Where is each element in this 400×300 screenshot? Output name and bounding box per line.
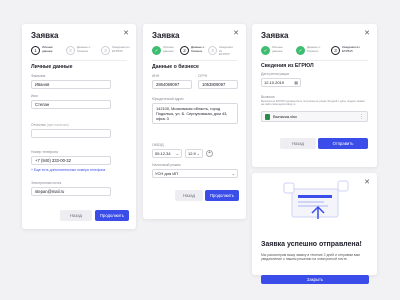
inn-field[interactable]: 2864069097 [152, 80, 192, 89]
extract-hint: Выписка из ЕГРЮЛ должна быть получена не… [261, 100, 365, 107]
close-icon[interactable]: ✕ [364, 30, 370, 37]
phone-label: Номер телефона [31, 150, 58, 154]
lastname-field[interactable]: Иванов [31, 80, 111, 89]
step-label: Сведения из ЕГРЮЛ [342, 45, 360, 53]
address-textarea[interactable]: 142100, Московская область, город Подоль… [152, 103, 238, 124]
back-button[interactable]: Назад [280, 138, 316, 149]
close-icon[interactable]: ✕ [123, 30, 129, 37]
success-illustration [283, 180, 349, 219]
inn-label: ИНН [152, 74, 160, 78]
okved-sub-value: 12.9 [188, 151, 196, 156]
okved-label: ОКВЭД [152, 143, 164, 147]
business-data-card: Заявка ✕ ✓ Личные данные 2 Данные о бизн… [143, 24, 246, 219]
step-3: 3 Сведения из ЕГРЮЛ [101, 45, 130, 55]
section-title: Личные данные [31, 64, 73, 70]
reg-date-value: 12.10.2019 [264, 80, 285, 85]
reg-date-field[interactable]: 12.10.2019 ▦ [261, 78, 301, 87]
step-label: Личные данные [42, 45, 53, 53]
step-3: 3 Сведения из ЕГРЮЛ [331, 45, 360, 55]
submit-button[interactable]: Отправить [318, 138, 368, 149]
lastname-label: Фамилия [31, 74, 46, 78]
check-icon: ✓ [152, 46, 161, 55]
chevron-down-icon: ⌄ [196, 151, 200, 156]
tax-value: УСН для ИП [155, 171, 179, 176]
spreadsheet-icon [265, 113, 270, 120]
step-label: Личные данные [272, 45, 283, 53]
back-button[interactable]: Назад [60, 210, 92, 221]
address-label: Юридический адрес [152, 97, 184, 101]
email-field[interactable]: stepan@mail.ru [31, 187, 111, 196]
okved-value: 55.12.34 [155, 151, 171, 156]
success-title: Заявка успешно отправлена! [261, 241, 362, 248]
add-phone-link[interactable]: + Еще есть дополнительные номера телефон… [31, 168, 105, 172]
step-2: 2 Данные о бизнесе [66, 45, 95, 55]
file-name: Выписка.xlsx [273, 114, 298, 119]
patronymic-label: Отчество (при наличии) [31, 123, 69, 127]
patronymic-hint: (при наличии) [46, 123, 69, 127]
step-1: 1 Личные данные [31, 45, 60, 55]
email-label: Электронная почта [31, 181, 62, 185]
step-3: 3 Сведения из ЕГРЮЛ [208, 45, 233, 57]
patronymic-field[interactable] [31, 129, 111, 138]
section-title: Данные о бизнесе [152, 64, 199, 70]
chevron-down-icon: ⌄ [231, 171, 235, 176]
step-label: Данные о бизнесе [77, 45, 91, 53]
extract-file[interactable]: Выписка.xlsx ⋮ [261, 111, 368, 122]
step-1: ✓ Личные данные [152, 45, 177, 57]
step-2: ✓ Данные о бизнесе [296, 45, 325, 55]
chevron-down-icon: ⌄ [175, 151, 179, 156]
back-button[interactable]: Назад [175, 190, 203, 201]
extract-label: Выписка [261, 95, 275, 99]
add-okved-icon[interactable]: + [206, 150, 213, 157]
section-title: Сведения из ЕГРЮЛ [261, 63, 314, 69]
stepper: ✓ Личные данные 2 Данные о бизнесе 3 Све… [152, 45, 233, 57]
reg-date-label: Дата регистрации [261, 72, 290, 76]
tax-select[interactable]: УСН для ИП ⌄ [152, 169, 238, 178]
continue-button[interactable]: Продолжить [95, 210, 129, 221]
divider [31, 60, 127, 61]
card-title: Заявка [261, 31, 289, 40]
ogrn-label: ОГРН [198, 74, 208, 78]
success-text: Мы рассмотрим вашу заявку в течение 2 дн… [261, 253, 360, 262]
divider [261, 60, 368, 61]
step-label: Сведения из ЕГРЮЛ [219, 45, 233, 57]
close-button[interactable]: Закрыть [261, 275, 369, 284]
egrul-card: Заявка ✕ ✓ Личные данные ✓ Данные о бизн… [252, 24, 377, 167]
calendar-icon[interactable]: ▦ [294, 80, 298, 85]
step-2: 2 Данные о бизнесе [180, 45, 205, 57]
okved-sub-select[interactable]: 12.9 ⌄ [185, 149, 203, 158]
firstname-field[interactable]: Степан [31, 100, 111, 109]
stepper: 1 Личные данные 2 Данные о бизнесе 3 Све… [31, 45, 136, 55]
stepper: ✓ Личные данные ✓ Данные о бизнесе 3 Све… [261, 45, 366, 55]
step-1: ✓ Личные данные [261, 45, 290, 55]
step-number: 3 [101, 46, 110, 55]
card-title: Заявка [152, 31, 180, 40]
more-icon[interactable]: ⋮ [359, 114, 364, 120]
firstname-label: Имя [31, 94, 38, 98]
step-label: Сведения из ЕГРЮЛ [112, 45, 130, 53]
patronymic-label-text: Отчество [31, 123, 46, 127]
check-icon: ✓ [296, 46, 305, 55]
close-icon[interactable]: ✕ [233, 30, 239, 37]
continue-button[interactable]: Продолжить [205, 190, 239, 201]
step-number: 3 [208, 46, 217, 55]
tax-label: Налоговый режим [152, 163, 181, 167]
card-title: Заявка [31, 31, 59, 40]
step-number: 2 [180, 46, 189, 55]
check-icon: ✓ [261, 46, 270, 55]
step-label: Данные о бизнесе [191, 45, 205, 53]
ogrn-field[interactable]: 1053809097 [198, 80, 238, 89]
step-number: 2 [66, 46, 75, 55]
step-label: Личные данные [163, 45, 174, 53]
personal-data-card: Заявка ✕ 1 Личные данные 2 Данные о бизн… [22, 24, 136, 229]
okved-select[interactable]: 55.12.34 ⌄ [152, 149, 182, 158]
step-number: 1 [31, 46, 40, 55]
phone-field[interactable]: +7 (940) 333-00-32 [31, 156, 111, 165]
step-label: Данные о бизнесе [307, 45, 321, 53]
divider [152, 60, 237, 61]
step-number: 3 [331, 46, 340, 55]
close-icon[interactable]: ✕ [364, 179, 370, 186]
